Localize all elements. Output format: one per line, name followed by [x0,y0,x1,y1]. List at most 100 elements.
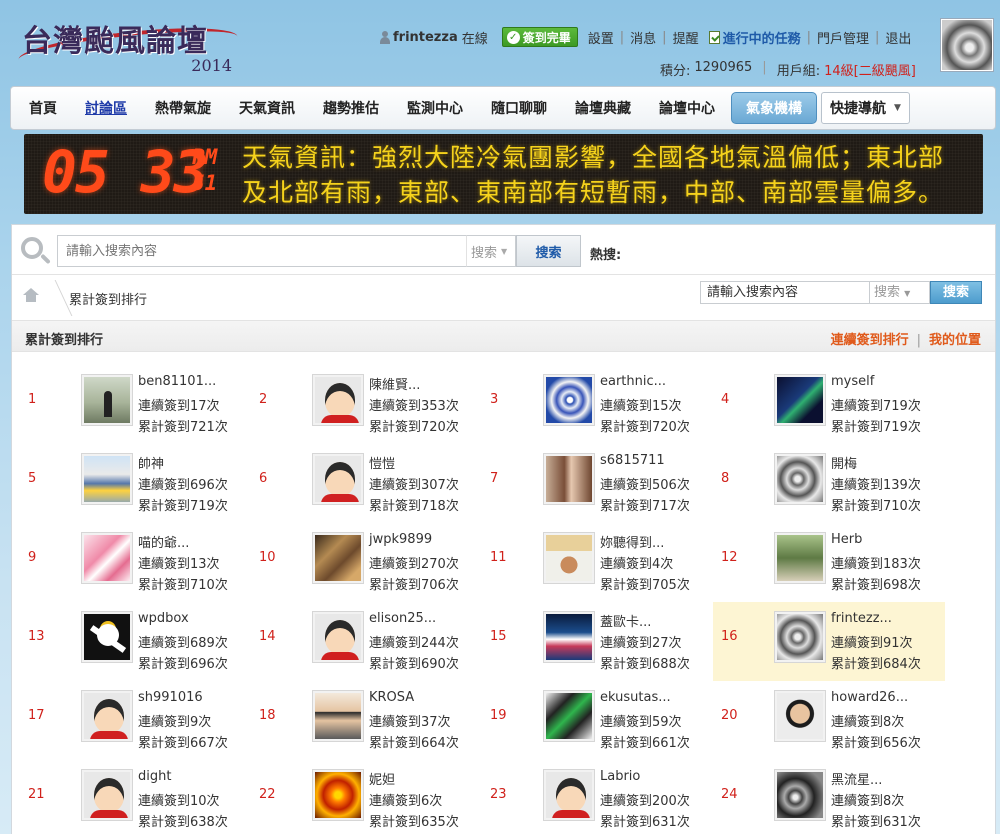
user-avatar[interactable] [312,532,364,584]
user-avatar[interactable] [81,611,133,663]
username-link[interactable]: KROSA [369,690,414,705]
nav-trend[interactable]: 趨勢推估 [311,92,391,124]
streak-count: 連續簽到10次 [138,794,220,809]
username-link[interactable]: 妳聽得到... [600,532,664,551]
username-link[interactable]: howard26... [831,690,908,705]
tasks-link[interactable]: 進行中的任務 [723,28,801,47]
rank-number: 18 [259,708,276,723]
username-link[interactable]: ben81101... [138,374,216,389]
user-avatar[interactable] [941,19,993,71]
user-avatar[interactable] [774,690,826,742]
breadcrumb: 累計簽到排行 請輸入搜索內容 搜索 ▼ 搜索 [12,276,995,320]
nav-chat[interactable]: 隨口聊聊 [479,92,559,124]
ranking-item: 10 jwpk9899 連續簽到270次 累計簽到706次 [251,523,483,602]
secondary-search-button[interactable]: 搜索 [930,281,982,304]
username-link[interactable]: myself [831,374,874,389]
user-avatar[interactable] [81,532,133,584]
username-link[interactable]: 妮妲 [369,769,395,788]
site-logo[interactable]: 台灣颱風論壇 2014 [16,12,240,76]
username-link[interactable]: 喵的爺... [138,532,189,551]
username-link[interactable]: s6815711 [600,453,665,468]
logout-link[interactable]: 退出 [885,28,911,47]
search-type-select[interactable]: 搜索 ▼ [466,235,516,267]
user-avatar[interactable] [81,453,133,505]
user-avatar[interactable] [312,690,364,742]
messages-link[interactable]: 消息 [630,28,656,47]
avatar-image [84,535,130,581]
streak-ranking-link[interactable]: 連續簽到排行 [831,333,909,348]
ranking-item: 11 妳聽得到... 連續簽到4次 累計簽到705次 [482,523,714,602]
user-avatar[interactable] [774,611,826,663]
ranking-item: 21 dight 連續簽到10次 累計簽到638次 [20,760,252,834]
total-count: 累計簽到661次 [600,736,690,751]
user-avatar[interactable] [774,532,826,584]
nav-weather-info[interactable]: 天氣資訊 [227,92,307,124]
username-link[interactable]: 帥神 [138,453,164,472]
user-avatar[interactable] [543,769,595,821]
username-link[interactable]: 蓋歐卡... [600,611,651,630]
settings-link[interactable]: 設置 [588,28,614,47]
avatar-image [546,535,592,581]
username-link[interactable]: earthnic... [600,374,666,389]
username-link[interactable]: elison25... [369,611,436,626]
total-count: 累計簽到631次 [600,815,690,830]
streak-count: 連續簽到270次 [369,557,459,572]
user-avatar[interactable] [312,374,364,426]
user-avatar[interactable] [81,374,133,426]
user-avatar[interactable] [774,453,826,505]
user-avatar[interactable] [81,690,133,742]
nav-forum-center[interactable]: 論壇中心 [647,92,727,124]
username-link[interactable]: dight [138,769,171,784]
total-count: 累計簽到705次 [600,578,690,593]
quick-nav-dropdown[interactable]: 快捷導航 ▼ [821,92,910,124]
user-avatar[interactable] [81,769,133,821]
username-link[interactable]: Labrio [600,769,640,784]
search-input[interactable] [57,235,466,267]
my-position-link[interactable]: 我的位置 [929,333,981,348]
nav-tropical-cyclone[interactable]: 熱帶氣旋 [143,92,223,124]
rank-number: 21 [28,787,45,802]
user-avatar[interactable] [312,453,364,505]
username-link[interactable]: sh991016 [138,690,203,705]
user-group-link[interactable]: 14級[二級颶風] [824,60,916,79]
portal-admin-link[interactable]: 門戶管理 [817,28,869,47]
home-icon[interactable] [23,288,39,302]
nav-archive[interactable]: 論壇典藏 [563,92,643,124]
user-avatar[interactable] [774,769,826,821]
sign-in-badge[interactable]: ✓ 簽到完畢 [501,27,578,47]
nav-weather-agencies[interactable]: 氣象機構 [731,92,817,124]
username-link[interactable]: 陳維賢... [369,374,420,393]
user-avatar[interactable] [312,611,364,663]
user-avatar[interactable] [543,532,595,584]
nav-forum[interactable]: 討論區 [73,92,139,124]
user-avatar[interactable] [312,769,364,821]
username-link[interactable]: 開梅 [831,453,857,472]
username-link[interactable]: 愷愷 [369,453,395,472]
ranking-item: 20 howard26... 連續簽到8次 累計簽到656次 [713,681,945,760]
search-button[interactable]: 搜索 [516,235,581,267]
secondary-search-input[interactable]: 請輸入搜索內容 [700,281,870,304]
user-avatar[interactable] [543,611,595,663]
username-link[interactable]: wpdbox [138,611,189,626]
username-link[interactable]: jwpk9899 [369,532,432,547]
username-link[interactable]: ekusutas... [600,690,671,705]
user-avatar[interactable] [543,453,595,505]
online-status[interactable]: 在線 [462,28,488,47]
secondary-search-type[interactable]: 搜索 ▼ [870,281,930,304]
nav-home[interactable]: 首頁 [17,92,69,124]
points-value[interactable]: 1290965 [694,60,752,79]
username-link[interactable]: frintezz... [831,611,892,626]
streak-count: 連續簽到15次 [600,399,682,414]
username-link[interactable]: 黑流星... [831,769,882,788]
user-avatar[interactable] [543,374,595,426]
avatar-image [777,693,823,739]
username-link[interactable]: frintezza [393,30,458,45]
notifications-link[interactable]: 提醒 [673,28,699,47]
nav-monitor[interactable]: 監測中心 [395,92,475,124]
user-avatar[interactable] [774,374,826,426]
user-avatar[interactable] [543,690,595,742]
breadcrumb-current[interactable]: 累計簽到排行 [69,289,147,308]
toolbar-divider: | [619,29,625,45]
check-icon: ✓ [506,30,520,44]
username-link[interactable]: Herb [831,532,862,547]
